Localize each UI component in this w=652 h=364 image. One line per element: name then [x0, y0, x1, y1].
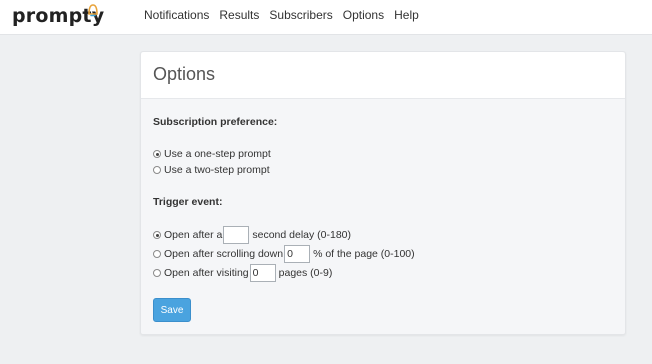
option-two-step-label: Use a two-step prompt [164, 164, 270, 176]
main-nav: Notifications Results Subscribers Option… [144, 8, 429, 22]
delay-after-text: second delay (0-180) [252, 229, 352, 241]
pages-count-input[interactable]: 0 [249, 264, 276, 282]
nav-options[interactable]: Options [343, 8, 384, 22]
nav-results[interactable]: Results [219, 8, 259, 22]
page-title: Options [153, 64, 216, 84]
radio-delay[interactable] [153, 231, 161, 239]
radio-pages[interactable] [153, 269, 161, 277]
trigger-event-label: Trigger event: [153, 196, 223, 208]
option-scroll[interactable]: Open after scrolling down 0 % of the pag… [153, 245, 415, 263]
nav-notifications[interactable]: Notifications [144, 8, 209, 22]
nav-subscribers[interactable]: Subscribers [269, 8, 332, 22]
card-header: Options [141, 52, 625, 99]
options-card: Options Subscription preference: Use a o… [140, 51, 626, 335]
subscription-preference-label: Subscription preference: [153, 116, 278, 128]
radio-one-step[interactable] [153, 150, 161, 158]
scroll-percent-input[interactable]: 0 [284, 245, 311, 263]
radio-scroll[interactable] [153, 250, 161, 258]
option-two-step-prompt[interactable]: Use a two-step prompt [153, 161, 270, 179]
option-delay[interactable]: Open after a second delay (0-180) [153, 226, 351, 244]
nav-help[interactable]: Help [394, 8, 419, 22]
option-pages[interactable]: Open after visiting 0 pages (0-9) [153, 264, 332, 282]
scroll-before-text: Open after scrolling down [164, 248, 284, 260]
delay-seconds-input[interactable] [223, 226, 250, 244]
pages-before-text: Open after visiting [164, 267, 249, 279]
delay-before-text: Open after a [164, 229, 223, 241]
radio-two-step[interactable] [153, 166, 161, 174]
top-navbar: prompty Notifications Results Subscriber… [0, 0, 652, 35]
pages-after-text: pages (0-9) [278, 267, 333, 279]
save-button[interactable]: Save [153, 298, 191, 322]
scroll-after-text: % of the page (0-100) [313, 248, 415, 260]
option-one-step-label: Use a one-step prompt [164, 148, 271, 160]
bell-icon [88, 4, 98, 17]
